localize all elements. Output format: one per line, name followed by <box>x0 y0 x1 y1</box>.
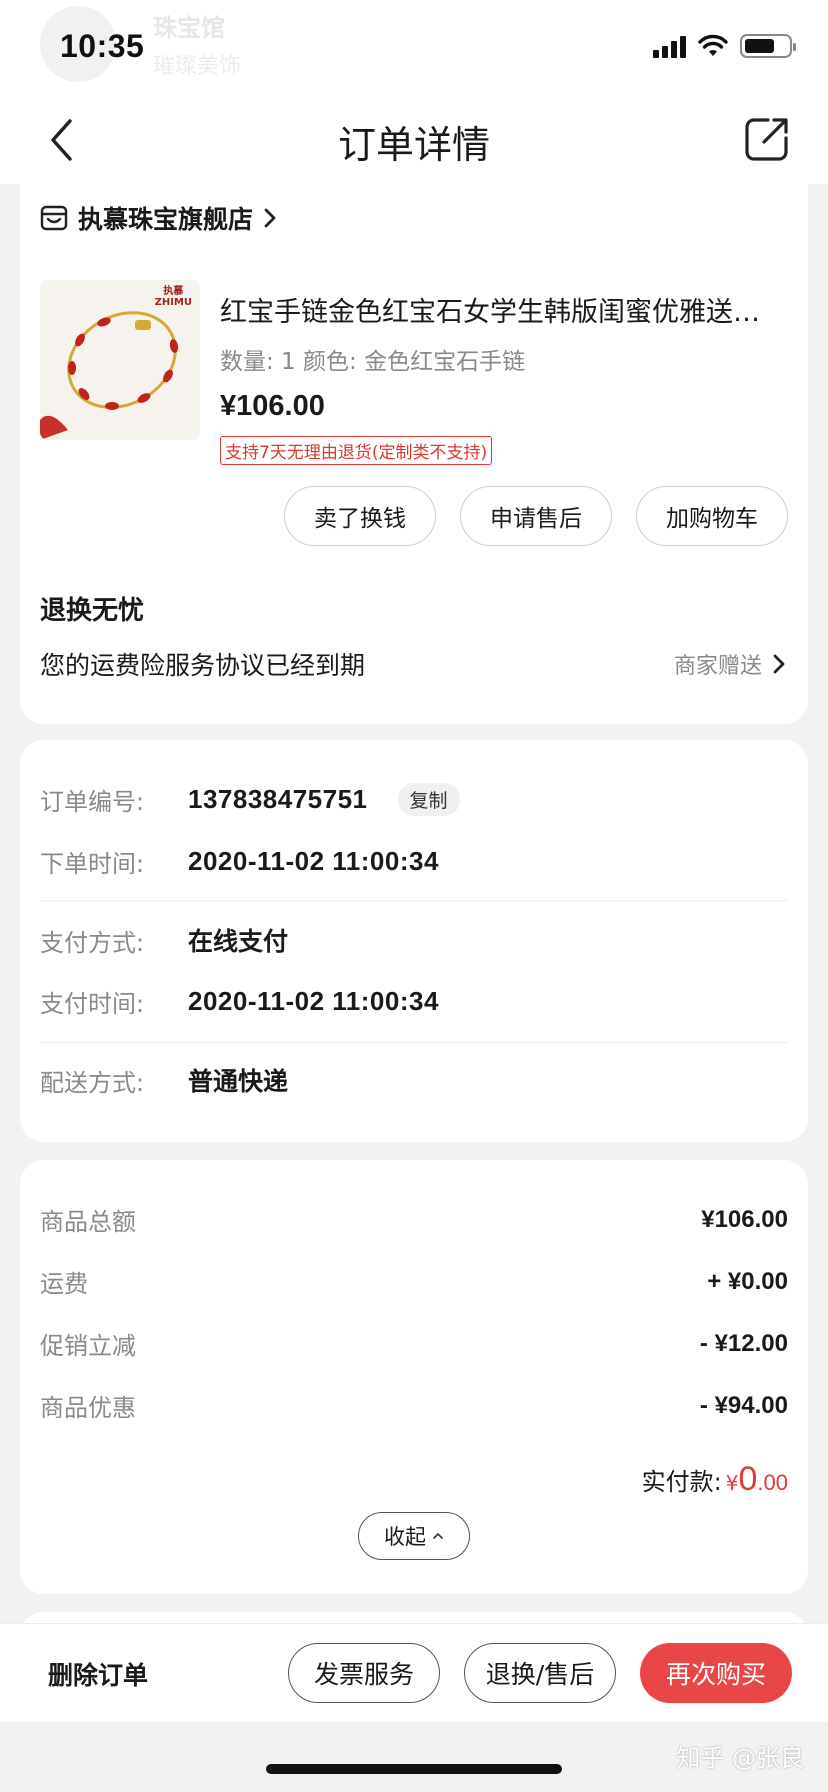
order-number-row: 订单编号: 137838475751 复制 <box>40 782 460 817</box>
summary-label: 促销立减 <box>40 1332 136 1360</box>
return-policy-tag: 支持7天无理由退货(定制类不支持) <box>220 436 493 465</box>
summary-value: ¥106.00 <box>701 1205 788 1233</box>
order-number: 137838475751 <box>188 784 368 814</box>
summary-row: 商品总额 ¥106.00 <box>40 1202 788 1237</box>
pay-method: 在线支付 <box>188 927 289 956</box>
product-card: 执慕珠宝旗舰店 执慕 ZHIMU 红宝手链金色红宝石女学生韩版闺蜜优雅送女友礼物… <box>20 166 808 724</box>
order-number-label: 订单编号: <box>40 788 145 816</box>
shop-name: 执慕珠宝旗舰店 <box>78 205 254 234</box>
page-title: 订单详情 <box>337 123 490 167</box>
delivery-label: 配送方式: <box>40 1068 145 1097</box>
paid-currency: ¥ <box>725 1471 739 1495</box>
pay-time-label: 支付时间: <box>40 990 145 1018</box>
status-time: 10:35 <box>60 28 145 64</box>
chevron-right-icon <box>264 208 276 228</box>
summary-value: + ¥0.00 <box>707 1267 788 1295</box>
watermark: 知乎 @张良 <box>676 1744 804 1772</box>
paid-integer: 0 <box>738 1460 758 1498</box>
paid-amount: 实付款: ¥ 0 .00 <box>642 1460 788 1499</box>
product-price: ¥106.00 <box>220 390 325 422</box>
order-time-row: 下单时间: 2020-11-02 11:00:34 <box>40 844 439 879</box>
collapse-button[interactable]: 收起 <box>358 1512 470 1560</box>
worry-free-desc: 您的运费险服务协议已经到期 <box>40 651 366 680</box>
shop-link[interactable]: 执慕珠宝旗舰店 <box>40 200 277 236</box>
wifi-icon <box>698 34 728 56</box>
product-spec: 数量: 1 颜色: 金色红宝石手链 <box>220 349 526 375</box>
after-sale-button[interactable]: 申请售后 <box>460 486 612 546</box>
summary-value: - ¥12.00 <box>699 1329 788 1357</box>
paid-decimal: .00 <box>757 1470 788 1495</box>
invoice-service-button[interactable]: 发票服务 <box>288 1643 440 1703</box>
summary-label: 商品总额 <box>40 1208 136 1236</box>
top-bar: 珠宝馆 璀璨美饰 10:35 订单详情 <box>0 0 828 184</box>
pay-time-row: 支付时间: 2020-11-02 11:00:34 <box>40 984 439 1019</box>
price-summary-card: 商品总额 ¥106.00 运费 + ¥0.00 促销立减 - ¥12.00 商品… <box>20 1160 808 1594</box>
pay-method-row: 支付方式: 在线支付 <box>40 922 288 958</box>
store-icon <box>40 205 68 231</box>
summary-value: - ¥94.00 <box>699 1391 788 1419</box>
order-info-card: 订单编号: 137838475751 复制 下单时间: 2020-11-02 1… <box>20 740 808 1142</box>
buy-again-button[interactable]: 再次购买 <box>640 1643 792 1703</box>
collapse-label: 收起 <box>384 1525 426 1549</box>
worry-free-gift: 商家赠送 <box>673 654 762 679</box>
return-exchange-button[interactable]: 退换/售后 <box>464 1643 616 1703</box>
summary-row: 商品优惠 - ¥94.00 <box>40 1388 788 1423</box>
home-indicator[interactable] <box>266 1764 562 1774</box>
delivery-row: 配送方式: 普通快递 <box>40 1062 288 1098</box>
chevron-up-icon <box>433 1532 443 1539</box>
cellular-signal-icon <box>653 34 686 58</box>
summary-label: 运费 <box>40 1270 88 1298</box>
share-icon[interactable] <box>744 116 790 162</box>
order-time-label: 下单时间: <box>40 850 145 878</box>
delete-order-button[interactable]: 删除订单 <box>48 1656 148 1692</box>
divider <box>40 1042 788 1043</box>
chevron-right-icon <box>773 654 785 674</box>
copy-button[interactable]: 复制 <box>397 783 460 816</box>
add-to-cart-button[interactable]: 加购物车 <box>636 486 788 546</box>
delivery-method: 普通快递 <box>188 1067 289 1096</box>
product-title[interactable]: 红宝手链金色红宝石女学生韩版闺蜜优雅送女友礼物 <box>220 290 785 329</box>
product-image[interactable]: 执慕 ZHIMU <box>40 280 200 440</box>
divider <box>40 900 788 901</box>
paid-label: 实付款: <box>641 1468 722 1496</box>
pay-method-label: 支付方式: <box>40 928 145 957</box>
summary-row: 运费 + ¥0.00 <box>40 1264 788 1299</box>
worry-free-title: 退换无忧 <box>40 596 145 626</box>
summary-row: 促销立减 - ¥12.00 <box>40 1326 788 1361</box>
order-time: 2020-11-02 11:00:34 <box>188 846 439 876</box>
sell-button[interactable]: 卖了换钱 <box>284 486 436 546</box>
status-icons <box>653 34 796 58</box>
pay-time: 2020-11-02 11:00:34 <box>188 986 439 1016</box>
battery-icon <box>740 34 796 58</box>
summary-label: 商品优惠 <box>40 1394 136 1422</box>
worry-free-link[interactable]: 商家赠送 <box>674 648 786 680</box>
ghost-header-subtitle: 璀璨美饰 <box>153 54 242 79</box>
ghost-header-title: 珠宝馆 <box>153 14 225 42</box>
bottom-action-bar: 删除订单 发票服务 退换/售后 再次购买 <box>0 1624 828 1722</box>
product-image-brand: 执慕 ZHIMU <box>154 286 192 308</box>
